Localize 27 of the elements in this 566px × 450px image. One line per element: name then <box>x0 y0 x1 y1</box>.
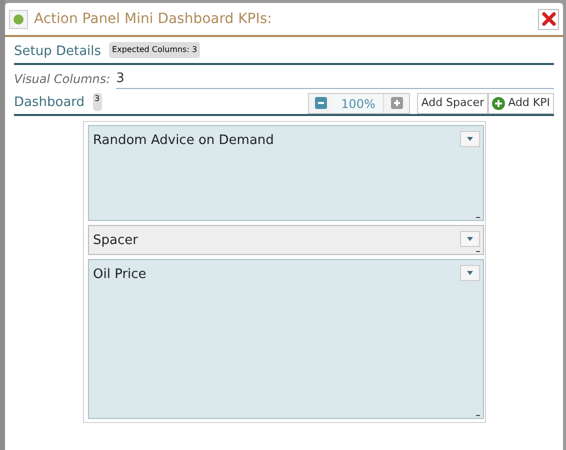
caret-icon <box>467 137 473 141</box>
section-heading: Setup Details <box>14 43 102 62</box>
dropdown-button[interactable] <box>460 131 480 147</box>
add-spacer-button[interactable]: Add Spacer <box>417 92 488 114</box>
caret-icon <box>467 237 473 241</box>
dropdown-button[interactable] <box>460 231 480 247</box>
plus-circle-icon <box>492 96 506 110</box>
plus-icon <box>390 97 403 109</box>
status-icon <box>13 14 24 24</box>
dialog-title: Action Panel Mini Dashboard KPIs: <box>34 10 272 28</box>
zoom-out-button[interactable] <box>309 94 334 112</box>
section-heading: Dashboard <box>14 94 85 112</box>
tile-title: Oil Price <box>93 266 146 284</box>
zoom-level: 100% <box>333 94 384 112</box>
add-kpi-button[interactable]: Add KPI <box>488 92 554 114</box>
input-field[interactable]: 3 <box>116 70 554 88</box>
minus-icon <box>315 97 328 109</box>
close-icon <box>542 12 556 26</box>
dropdown-button[interactable] <box>460 265 480 281</box>
tile-title: Spacer <box>93 232 138 250</box>
tile-title: Random Advice on Demand <box>93 132 274 150</box>
caret-icon <box>467 271 473 275</box>
zoom-in-button[interactable] <box>383 94 410 112</box>
close-button[interactable] <box>538 8 559 30</box>
count-badge: 3 <box>92 93 102 111</box>
field-label: Visual Columns: <box>14 71 110 88</box>
count-badge: Expected Columns: 3 <box>109 42 200 58</box>
